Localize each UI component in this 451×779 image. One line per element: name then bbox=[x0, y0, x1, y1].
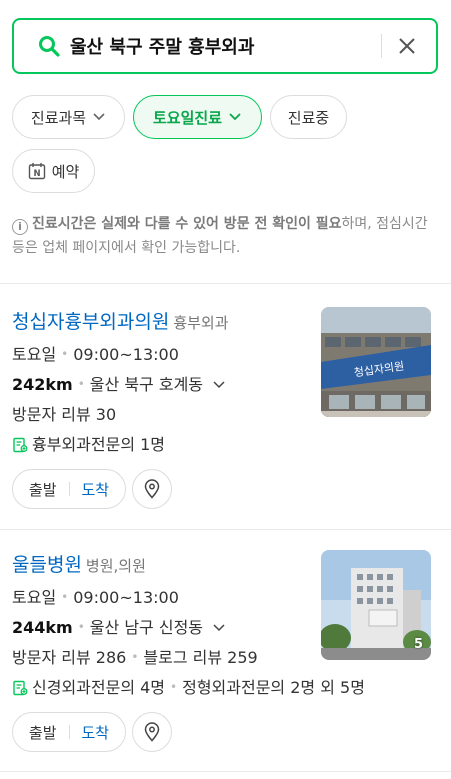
filter-booking[interactable]: N 예약 bbox=[12, 149, 95, 193]
specialist-count: 신경외과전문의 4명 bbox=[32, 678, 166, 697]
chevron-down-icon bbox=[213, 624, 225, 632]
hours-day: 토요일 bbox=[12, 588, 57, 607]
filter-open-now-label: 진료중 bbox=[287, 108, 330, 127]
close-icon[interactable] bbox=[396, 35, 418, 57]
divider bbox=[0, 529, 451, 530]
map-pin-icon bbox=[144, 479, 160, 499]
address: 울산 남구 신정동 bbox=[89, 618, 204, 637]
depart-button[interactable]: 출발 bbox=[29, 722, 57, 743]
blog-review-count: 블로그 리뷰 259 bbox=[143, 648, 258, 667]
doctor-certificate-icon bbox=[13, 680, 28, 696]
hours-time: 09:00~13:00 bbox=[73, 345, 179, 364]
visitor-review-count: 방문자 리뷰 286 bbox=[12, 648, 127, 667]
place-photo[interactable]: 5 bbox=[321, 550, 431, 660]
filter-department[interactable]: 진료과목 bbox=[12, 95, 125, 139]
arrive-button[interactable]: 도착 bbox=[82, 479, 110, 500]
visitor-review-count: 방문자 리뷰 30 bbox=[12, 405, 117, 424]
specialist-row: 신경외과전문의 4명 • 정형외과전문의 2명 외 5명 bbox=[12, 674, 365, 698]
filter-saturday-label: 토요일진료 bbox=[152, 108, 222, 127]
photo-count: 5 bbox=[413, 637, 423, 652]
filter-booking-label: 예약 bbox=[51, 162, 80, 181]
depart-button[interactable]: 출발 bbox=[29, 479, 57, 500]
map-pin-button[interactable] bbox=[132, 712, 172, 752]
location-row[interactable]: 244km • 울산 남구 신정동 bbox=[12, 614, 226, 638]
result-card[interactable]: 울들병원 병원,의원 토요일 • 09:00~13:00 244km • 울산 남구 신정… bbox=[0, 550, 451, 760]
filter-department-label: 진료과목 bbox=[30, 108, 87, 127]
chevron-down-icon bbox=[213, 381, 225, 389]
hours-row: 토요일 • 09:00~13:00 bbox=[12, 588, 179, 607]
specialist-count: 정형외과전문의 2명 외 5명 bbox=[182, 678, 365, 697]
place-name[interactable]: 청십자흉부외과의원 bbox=[12, 311, 169, 333]
review-row: 방문자 리뷰 286 • 블로그 리뷰 259 bbox=[12, 648, 258, 667]
specialist-row: 흉부외과전문의 1명 bbox=[12, 431, 165, 455]
distance: 242km bbox=[12, 375, 73, 394]
search-input[interactable]: 울산 북구 주말 흉부외과 bbox=[70, 33, 381, 59]
place-category: 병원,의원 bbox=[85, 557, 146, 575]
divider bbox=[0, 771, 451, 772]
place-photo[interactable]: 청십자의원 bbox=[321, 307, 431, 417]
notice-bold: 진료시간은 실제와 다를 수 있어 방문 전 확인이 필요 bbox=[32, 216, 342, 232]
svg-text:N: N bbox=[33, 169, 40, 179]
chevron-down-icon bbox=[229, 113, 241, 121]
map-pin-icon bbox=[144, 722, 160, 742]
filter-saturday[interactable]: 토요일진료 bbox=[133, 95, 262, 139]
hours-time: 09:00~13:00 bbox=[73, 588, 179, 607]
chevron-down-icon bbox=[93, 113, 105, 121]
location-row[interactable]: 242km • 울산 북구 호계동 bbox=[12, 371, 226, 395]
hours-notice: i 진료시간은 실제와 다를 수 있어 방문 전 확인이 필요하며, 점심시간 등… bbox=[12, 212, 437, 260]
address: 울산 북구 호계동 bbox=[89, 375, 204, 394]
info-icon: i bbox=[12, 219, 28, 235]
place-name[interactable]: 울들병원 bbox=[12, 554, 82, 576]
filter-open-now[interactable]: 진료중 bbox=[270, 95, 347, 139]
search-divider bbox=[381, 34, 382, 58]
search-icon bbox=[36, 33, 62, 59]
map-pin-button[interactable] bbox=[132, 469, 172, 509]
hours-day: 토요일 bbox=[12, 345, 57, 364]
result-card[interactable]: 청십자흉부외과의원 흉부외과 토요일 • 09:00~13:00 242km • 울산 북… bbox=[0, 307, 451, 517]
specialist-count: 흉부외과전문의 1명 bbox=[32, 435, 166, 454]
search-bar[interactable]: 울산 북구 주말 흉부외과 bbox=[12, 18, 438, 74]
route-button[interactable]: 출발 도착 bbox=[12, 712, 126, 752]
arrive-button[interactable]: 도착 bbox=[82, 722, 110, 743]
hours-row: 토요일 • 09:00~13:00 bbox=[12, 345, 179, 364]
place-category: 흉부외과 bbox=[173, 314, 229, 332]
naver-booking-icon: N bbox=[28, 163, 45, 180]
divider bbox=[0, 283, 451, 284]
review-row: 방문자 리뷰 30 bbox=[12, 401, 116, 425]
route-button[interactable]: 출발 도착 bbox=[12, 469, 126, 509]
doctor-certificate-icon bbox=[13, 437, 28, 453]
distance: 244km bbox=[12, 618, 73, 637]
